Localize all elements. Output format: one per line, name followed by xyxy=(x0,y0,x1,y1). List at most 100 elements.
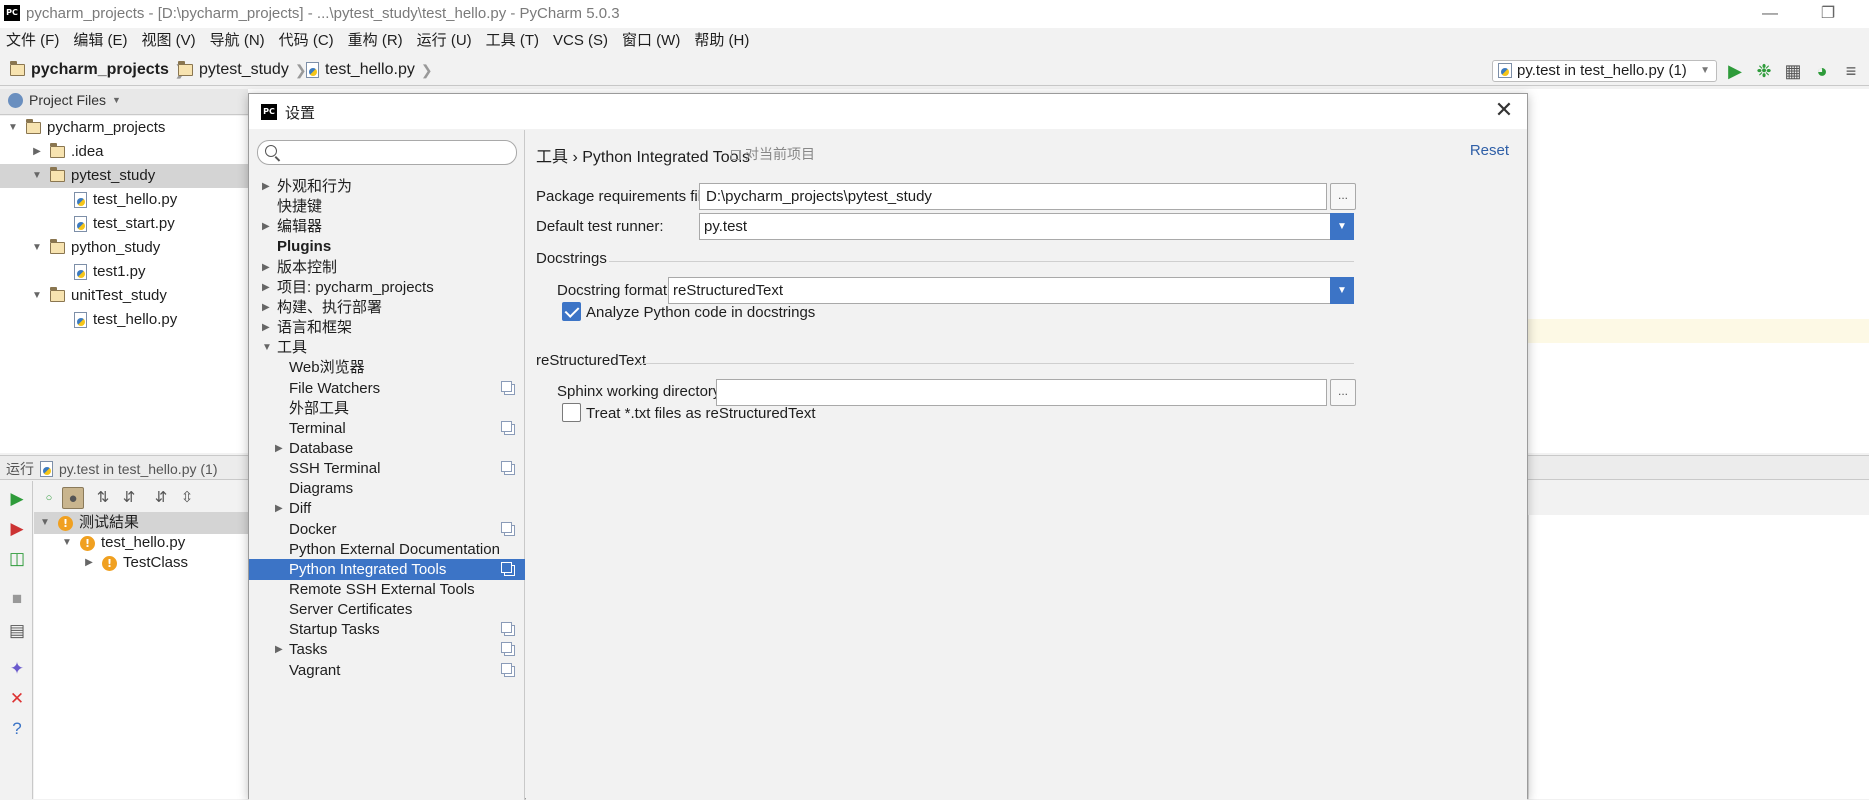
menu-tools[interactable]: 工具 (T) xyxy=(486,28,539,54)
tree-item[interactable]: test_hello.py xyxy=(0,308,248,332)
menu-help[interactable]: 帮助 (H) xyxy=(694,28,749,54)
reset-link[interactable]: Reset xyxy=(1470,142,1509,159)
chevron-right-icon[interactable]: ▶ xyxy=(275,438,283,459)
settings-nav-item[interactable]: ▶ 构建、执行部署 xyxy=(249,297,525,318)
chevron-right-icon[interactable]: ▶ xyxy=(275,498,283,519)
menu-file[interactable]: 文件 (F) xyxy=(6,28,59,54)
chevron-down-icon[interactable]: ▼ xyxy=(30,236,44,260)
breadcrumb-file[interactable]: test_hello.py ❯ xyxy=(306,54,439,86)
settings-nav-item[interactable]: File Watchers xyxy=(249,378,525,399)
run-console[interactable] xyxy=(1528,515,1869,799)
menu-run[interactable]: 运行 (U) xyxy=(417,28,472,54)
menu-edit[interactable]: 编辑 (E) xyxy=(73,28,127,54)
settings-nav-item[interactable]: Docker xyxy=(249,519,525,540)
settings-nav-item[interactable]: 外部工具 xyxy=(249,398,525,419)
project-view-selector[interactable]: Project Files ▼ xyxy=(8,92,121,108)
settings-search-input[interactable] xyxy=(257,140,517,165)
sort-alphabetically-icon[interactable]: ⇅ xyxy=(92,487,114,509)
chevron-down-icon[interactable]: ▼ xyxy=(262,337,272,358)
rerun-failed-icon[interactable]: ▶ xyxy=(7,519,27,539)
settings-nav-item[interactable]: SSH Terminal xyxy=(249,458,525,479)
chevron-right-icon[interactable]: ▶ xyxy=(262,176,270,197)
chevron-right-icon[interactable]: ▶ xyxy=(30,140,44,164)
settings-nav-item[interactable]: Server Certificates xyxy=(249,599,525,620)
settings-nav-item[interactable]: ▶ Tasks xyxy=(249,639,525,660)
show-ignored-icon[interactable]: ● xyxy=(62,487,84,509)
chevron-right-icon[interactable]: ▶ xyxy=(82,552,96,574)
browse-button[interactable]: ... xyxy=(1330,183,1356,210)
settings-nav-item[interactable]: Diagrams xyxy=(249,478,525,499)
minimize-button[interactable]: — xyxy=(1750,2,1790,26)
chevron-down-icon[interactable]: ▼ xyxy=(30,284,44,308)
menu-refactor[interactable]: 重构 (R) xyxy=(348,28,403,54)
profile-icon[interactable]: ◕ xyxy=(1811,60,1833,82)
rerun-icon[interactable]: ▶ xyxy=(7,489,27,509)
pin-icon[interactable]: ✦ xyxy=(7,659,27,679)
settings-nav-item[interactable]: Vagrant xyxy=(249,660,525,681)
test-result-item[interactable]: ▶! TestClass xyxy=(34,552,248,574)
settings-nav-item[interactable]: Startup Tasks xyxy=(249,619,525,640)
close-button[interactable]: ✕ xyxy=(1491,97,1517,123)
default-test-runner-select[interactable]: py.test ▼ xyxy=(699,213,1354,240)
chevron-right-icon[interactable]: ▶ xyxy=(262,277,270,298)
treat-txt-checkbox[interactable] xyxy=(562,403,581,422)
settings-nav-item[interactable]: ▶ Diff xyxy=(249,498,525,519)
stop-icon[interactable]: ■ xyxy=(7,589,27,609)
menu-code[interactable]: 代码 (C) xyxy=(279,28,334,54)
settings-nav-item[interactable]: Plugins xyxy=(249,236,525,257)
chevron-down-icon[interactable]: ▼ xyxy=(6,116,20,140)
restore-button[interactable]: ❐ xyxy=(1808,2,1848,26)
menu-vcs[interactable]: VCS (S) xyxy=(553,28,608,54)
analyze-docstrings-checkbox[interactable] xyxy=(562,302,581,321)
tree-item[interactable]: ▼ pycharm_projects xyxy=(0,116,248,140)
toggle-auto-test-icon[interactable]: ◫ xyxy=(7,549,27,569)
settings-nav-item[interactable]: Web浏览器 xyxy=(249,357,525,378)
menu-window[interactable]: 窗口 (W) xyxy=(622,28,680,54)
settings-nav-item[interactable]: ▼ 工具 xyxy=(249,337,525,358)
tree-item[interactable]: ▼ pytest_study xyxy=(0,164,248,188)
sort-by-duration-icon[interactable]: ⇵ xyxy=(118,487,140,509)
menu-navigate[interactable]: 导航 (N) xyxy=(210,28,265,54)
close-icon[interactable]: ✕ xyxy=(7,689,27,709)
package-requirements-field[interactable]: D:\pycharm_projects\pytest_study xyxy=(699,183,1327,210)
docstring-format-select[interactable]: reStructuredText ▼ xyxy=(668,277,1354,304)
chevron-right-icon[interactable]: ▶ xyxy=(262,297,270,318)
expand-all-icon[interactable]: ⇵ xyxy=(150,487,172,509)
concurrency-icon[interactable]: ≡ xyxy=(1840,60,1862,82)
settings-nav-item[interactable]: ▶ 项目: pycharm_projects xyxy=(249,277,525,298)
coverage-icon[interactable]: ▦ xyxy=(1782,60,1804,82)
settings-nav-item[interactable]: 快捷键 xyxy=(249,196,525,217)
run-button[interactable]: ▶ xyxy=(1724,60,1746,82)
chevron-right-icon[interactable]: ▶ xyxy=(275,639,283,660)
chevron-down-icon[interactable]: ▼ xyxy=(38,512,52,534)
help-icon[interactable]: ? xyxy=(7,719,27,739)
settings-nav-item[interactable]: ▶ 语言和框架 xyxy=(249,317,525,338)
tree-item[interactable]: test_start.py xyxy=(0,212,248,236)
collapse-all-icon[interactable]: ⇳ xyxy=(176,487,198,509)
settings-nav-item[interactable]: ▶ 外观和行为 xyxy=(249,176,525,197)
debug-bug-icon[interactable]: ❉ xyxy=(1753,60,1775,82)
show-passed-icon[interactable]: ○ xyxy=(38,487,60,509)
settings-nav-item[interactable]: Remote SSH External Tools xyxy=(249,579,525,600)
settings-nav-item[interactable]: Python External Documentation xyxy=(249,539,525,560)
tree-item[interactable]: ▼ python_study xyxy=(0,236,248,260)
menu-view[interactable]: 视图 (V) xyxy=(142,28,196,54)
chevron-down-icon[interactable]: ▼ xyxy=(60,532,74,554)
chevron-right-icon[interactable]: ▶ xyxy=(262,257,270,278)
chevron-right-icon[interactable]: ▶ xyxy=(262,216,270,237)
tree-item[interactable]: test_hello.py xyxy=(0,188,248,212)
test-result-item[interactable]: ▼! 测试結果 xyxy=(34,512,248,534)
browse-button[interactable]: ... xyxy=(1330,379,1356,406)
breadcrumb-project[interactable]: pycharm_projects ❯ xyxy=(9,54,193,86)
tree-item[interactable]: ▼ unitTest_study xyxy=(0,284,248,308)
tree-item[interactable]: ▶ .idea xyxy=(0,140,248,164)
test-result-item[interactable]: ▼! test_hello.py xyxy=(34,532,248,554)
settings-nav-item[interactable]: Python Integrated Tools xyxy=(249,558,525,580)
run-configuration-select[interactable]: py.test in test_hello.py (1) ▼ xyxy=(1492,60,1717,82)
sphinx-directory-field[interactable] xyxy=(716,379,1327,406)
settings-nav-item[interactable]: ▶ 编辑器 xyxy=(249,216,525,237)
breadcrumb-folder[interactable]: pytest_study ❯ xyxy=(177,54,313,86)
layout-icon[interactable]: ▤ xyxy=(7,621,27,641)
settings-nav-item[interactable]: ▶ Database xyxy=(249,438,525,459)
tree-item[interactable]: test1.py xyxy=(0,260,248,284)
